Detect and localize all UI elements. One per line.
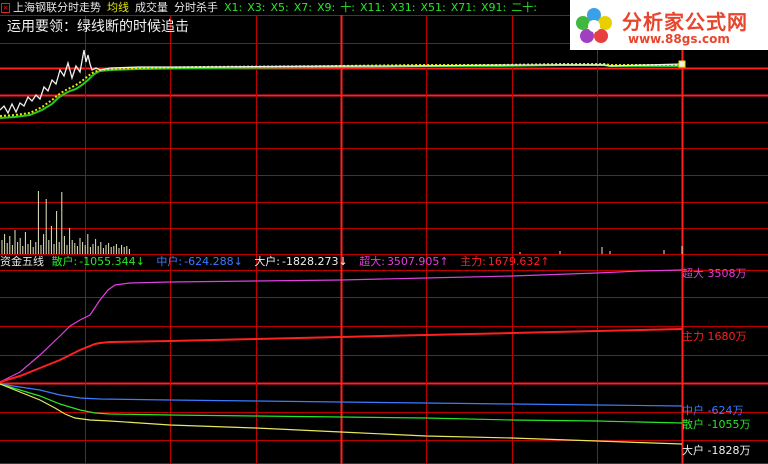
indicator-item: 超大: 3507.905↑: [359, 255, 452, 269]
volume-label: 成交量: [135, 1, 168, 14]
x-label: X71:: [450, 1, 476, 14]
right-label-large-holder: 大户 -1828万: [682, 444, 751, 457]
x-label: X7:: [293, 1, 312, 14]
x-label: 十:: [340, 1, 355, 14]
close-box-icon[interactable]: ×: [1, 3, 10, 13]
flower-logo-icon: [576, 8, 612, 43]
indicator-item-label: 大户:: [254, 255, 281, 268]
indicator-header: 资金五线 散户: -1055.344↓ 中户: -624.288↓ 大户: -1828…: [0, 255, 558, 269]
indicator-item-value: -1828.273: [282, 255, 339, 268]
logo-name: 分析家公式网: [622, 10, 748, 34]
indicator-item: 主力: 1679.632↑: [460, 255, 553, 269]
indicator-item: 中户: -624.288↓: [156, 255, 246, 269]
indicator-item: 散户: -1055.344↓: [52, 255, 149, 269]
site-logo[interactable]: 分析家公式网 www.88gs.com: [570, 0, 768, 50]
stock-label: 上海钢联分时走势: [13, 1, 101, 14]
logo-url: www.88gs.com: [628, 32, 730, 46]
x-label: X31:: [390, 1, 416, 14]
right-label-super-large: 超大 3508万: [682, 267, 747, 280]
arrow-up-icon: ↑: [540, 255, 550, 268]
x-label: X11:: [359, 1, 386, 14]
x-label: X5:: [270, 1, 289, 14]
right-label-mid-holder: 中户 -624万: [682, 404, 744, 417]
arrow-down-icon: ↓: [135, 255, 145, 268]
indicator-item-value: -624.288: [184, 255, 234, 268]
chart-canvas: [0, 15, 768, 464]
indicator-item-value: -1055.344: [79, 255, 136, 268]
indicator-item-value: 1679.632: [487, 255, 541, 268]
indicator-item-label: 超大:: [359, 255, 385, 268]
indicator-item-label: 散户:: [51, 255, 78, 268]
right-label-main-force: 主力 1680万: [682, 330, 747, 343]
x-label: X91:: [480, 1, 507, 14]
right-label-retail: 散户 -1055万: [682, 418, 751, 431]
indicator-item-label: 主力:: [460, 255, 486, 268]
price-end-marker: [678, 60, 686, 68]
indicator-title: 资金五线: [0, 255, 44, 268]
indicator-item-value: 3507.905: [386, 255, 440, 268]
arrow-up-icon: ↑: [439, 255, 449, 268]
indicator-item: 大户: -1828.273↓: [254, 255, 351, 269]
x-label: X3:: [247, 1, 266, 14]
grid: [0, 15, 768, 464]
arrow-down-icon: ↓: [233, 255, 243, 268]
indicator-item-label: 中户:: [156, 255, 183, 268]
killer-label: 分时杀手: [174, 1, 218, 14]
usage-tip: 运用要领：绿线断的时候追击: [7, 19, 189, 35]
x-label: X1:: [224, 1, 243, 14]
x-label: X51:: [420, 1, 446, 14]
avg-label: 均线: [107, 1, 129, 14]
arrow-down-icon: ↓: [338, 255, 348, 268]
x-label: 二十:: [511, 1, 537, 14]
x-label: X9:: [317, 1, 336, 14]
